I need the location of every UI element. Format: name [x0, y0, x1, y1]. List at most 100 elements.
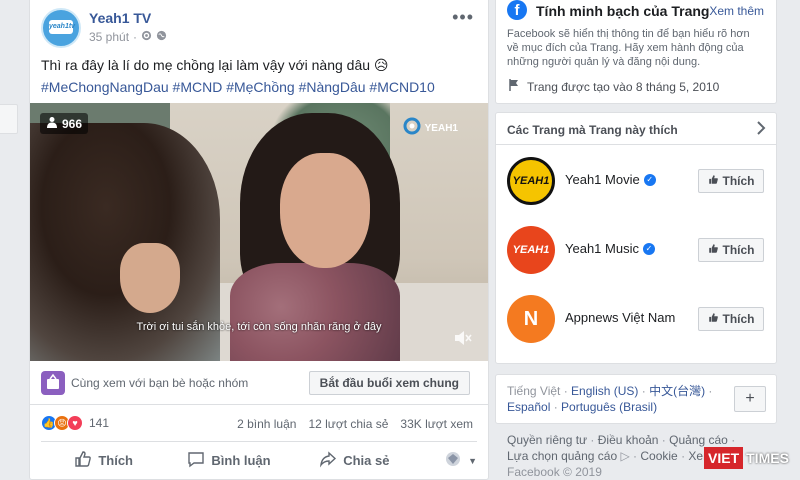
- language-link[interactable]: Português (Brasil): [561, 400, 657, 414]
- thumbs-up-icon: [708, 174, 719, 188]
- video-subtitle: Trời ơi tui sắn khỏe, tới còn sống nhăn …: [136, 321, 382, 333]
- yeah1-movie-logo[interactable]: YEAH1: [507, 157, 555, 205]
- facebook-logo-icon: f: [507, 0, 527, 20]
- thumbs-up-icon: [708, 312, 719, 326]
- see-more-link[interactable]: Xem thêm: [709, 4, 764, 18]
- footer-link[interactable]: Cookie: [640, 449, 677, 463]
- liked-page-name[interactable]: Yeah1 Movie: [565, 172, 640, 187]
- watch-together-row: Cùng xem với bạn bè hoặc nhóm Bắt đầu bu…: [30, 361, 488, 405]
- post-actions: Thích Bình luận Chia sẻ ▼: [41, 441, 477, 479]
- video-player[interactable]: 966 YEAH1 Trời ơi tui sắn khỏe, tới còn …: [30, 103, 488, 361]
- share-icon: [319, 450, 337, 471]
- video-scene-man-face: [120, 243, 180, 313]
- viewer-count: 966: [62, 116, 83, 131]
- footer-link[interactable]: Điều khoản: [598, 433, 659, 447]
- more-options-icon[interactable]: •••: [452, 8, 474, 26]
- add-language-button[interactable]: +: [734, 386, 766, 412]
- comments-count[interactable]: 2 bình luận: [237, 417, 296, 431]
- liked-page-name[interactable]: Yeah1 Music: [565, 241, 639, 256]
- liked-page-item: YEAH1 Yeah1 Movie ✓ Thích: [507, 157, 764, 217]
- liked-page-item: N Appnews Việt Nam Thích: [507, 295, 764, 355]
- post-time[interactable]: 35 phút: [89, 30, 129, 44]
- watermark-text: YEAH1: [424, 123, 458, 134]
- watermark-brand-right: TIMES: [746, 450, 789, 466]
- transparency-title: Tính minh bạch của Trang: [536, 3, 710, 19]
- like-page-label: Thích: [722, 174, 755, 188]
- liked-page-item: YEAH1 Yeah1 Music ✓ Thích: [507, 226, 764, 286]
- language-list: Tiếng Việt · English (US) · 中文(台灣) · Esp…: [507, 384, 713, 414]
- page-created-row: Trang được tạo vào 8 tháng 5, 2010: [507, 78, 719, 95]
- reaction-count: 141: [89, 416, 110, 430]
- page-avatar[interactable]: yeah1tv: [41, 8, 81, 48]
- flag-icon: [507, 78, 521, 95]
- page-transparency-card: f Tính minh bạch của Trang Xem thêm Face…: [495, 0, 777, 104]
- video-scene-face: [280, 153, 370, 268]
- like-page-button[interactable]: Thích: [698, 169, 764, 193]
- video-watermark: YEAH1: [403, 117, 458, 140]
- meta-separator: ·: [133, 30, 138, 44]
- post-meta: 35 phút ·: [89, 30, 167, 44]
- language-link[interactable]: Español: [507, 400, 550, 414]
- watch-together-text: Cùng xem với bạn bè hoặc nhóm: [71, 376, 249, 390]
- left-column-edge: [0, 0, 22, 480]
- liked-page-name[interactable]: Appnews Việt Nam: [565, 310, 675, 325]
- share-as-menu[interactable]: ▼: [417, 450, 477, 471]
- verified-badge-icon: ✓: [642, 242, 655, 255]
- footer-link[interactable]: Quyền riêng tư: [507, 433, 587, 447]
- page-name-link[interactable]: Yeah1 TV: [89, 10, 151, 26]
- like-button[interactable]: Thích: [41, 450, 166, 471]
- comment-icon: [187, 450, 205, 471]
- share-label: Chia sẻ: [343, 453, 390, 468]
- page-created-text: Trang được tạo vào 8 tháng 5, 2010: [527, 79, 720, 94]
- live-viewers-badge: 966: [40, 113, 89, 134]
- like-page-label: Thích: [722, 243, 755, 257]
- love-reaction-icon: ♥: [67, 415, 83, 431]
- language-card: Tiếng Việt · English (US) · 中文(台灣) · Esp…: [495, 374, 777, 424]
- liked-pages-header[interactable]: Các Trang mà Trang này thích: [496, 113, 776, 145]
- footer-link[interactable]: Lựa chọn quảng cáo: [507, 449, 617, 463]
- post-caption: Thì ra đây là lí do mẹ chồng lại làm vậy…: [41, 57, 389, 73]
- language-link[interactable]: 中文(台灣): [649, 384, 705, 398]
- shares-count[interactable]: 12 lượt chia sẻ: [308, 417, 388, 431]
- page-selector-icon: [444, 450, 462, 471]
- post-header: yeah1tv Yeah1 TV 35 phút · •••: [41, 8, 478, 48]
- thumbs-up-icon: [708, 243, 719, 257]
- like-page-label: Thích: [722, 312, 755, 326]
- like-label: Thích: [98, 453, 133, 468]
- comment-label: Bình luận: [211, 453, 271, 468]
- liked-page-name-row: Yeah1 Music ✓: [565, 241, 655, 256]
- share-button[interactable]: Chia sẻ: [292, 450, 417, 471]
- like-page-button[interactable]: Thích: [698, 307, 764, 331]
- liked-pages-title: Các Trang mà Trang này thích: [507, 123, 678, 137]
- viewer-icon: [46, 116, 58, 131]
- yeah1-mark-icon: [403, 117, 421, 140]
- avatar-logo: yeah1tv: [49, 20, 75, 34]
- globe-icon: [156, 30, 167, 44]
- like-page-button[interactable]: Thích: [698, 238, 764, 262]
- thumbs-up-icon: [74, 450, 92, 471]
- yeah1-music-logo[interactable]: YEAH1: [507, 226, 555, 274]
- liked-pages-card: Các Trang mà Trang này thích YEAH1 Yeah1…: [495, 112, 777, 364]
- comment-button[interactable]: Bình luận: [166, 450, 291, 471]
- feed-post: yeah1tv Yeah1 TV 35 phút · ••• Thì ra đâ…: [29, 0, 489, 480]
- viettimes-watermark: VIET TIMES: [704, 447, 792, 469]
- views-count: 33K lượt xem: [400, 417, 473, 431]
- start-watch-party-button[interactable]: Bắt đầu buổi xem chung: [308, 371, 470, 395]
- watermark-brand-left: VIET: [704, 447, 744, 469]
- left-widget-edge: [0, 104, 18, 134]
- engagement-counts: 2 bình luận 12 lượt chia sẻ 33K lượt xem: [237, 417, 473, 431]
- footer-link[interactable]: Quảng cáo: [669, 433, 728, 447]
- post-stats: 👍 😡 ♥ 141 2 bình luận 12 lượt chia sẻ 33…: [41, 412, 473, 434]
- chevron-right-icon[interactable]: [756, 121, 766, 138]
- mute-icon[interactable]: [454, 330, 472, 349]
- language-link[interactable]: English (US): [571, 384, 638, 398]
- post-hashtags[interactable]: #MeChongNangDau #MCND #MẹChồng #NàngDâu …: [41, 79, 435, 95]
- watch-party-icon: [41, 371, 65, 395]
- appnews-logo[interactable]: N: [507, 295, 555, 343]
- reactions-summary[interactable]: 👍 😡 ♥ 141: [41, 415, 109, 431]
- video-scene-body: [230, 263, 400, 361]
- settings-small-icon: [141, 30, 152, 44]
- current-language: Tiếng Việt: [507, 384, 561, 398]
- verified-badge-icon: ✓: [643, 173, 656, 186]
- transparency-body: Facebook sẽ hiển thị thông tin để bạn hi…: [507, 28, 750, 68]
